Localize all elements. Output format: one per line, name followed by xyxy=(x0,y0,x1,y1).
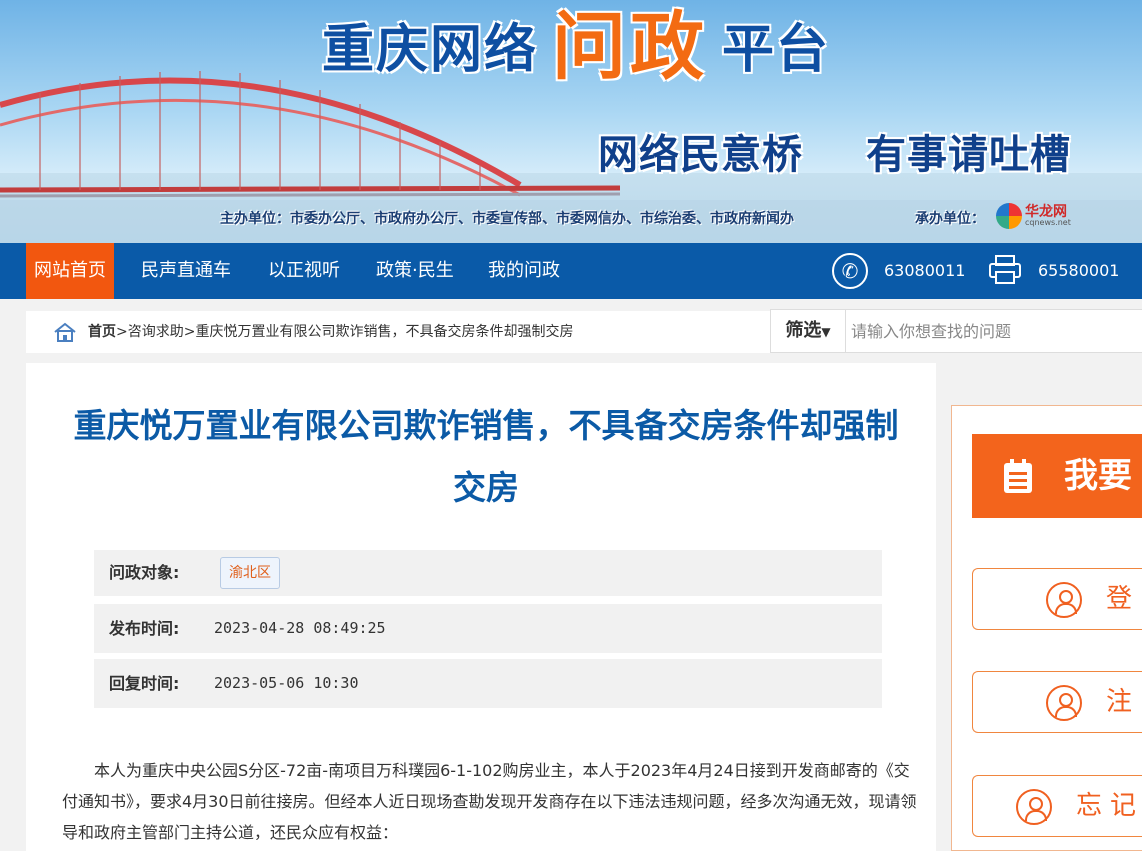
title-part3: 平台 xyxy=(722,20,831,80)
user-icon xyxy=(1016,789,1052,825)
login-button[interactable]: 登录 xyxy=(972,568,1142,630)
hualong-logo-icon xyxy=(996,203,1022,229)
user-icon xyxy=(1046,685,1082,721)
ask-label: 我要 xyxy=(1064,456,1132,496)
meta-reply-row: 回复时间: 2023-05-06 10:30 xyxy=(94,659,882,708)
nav-my-inquiry[interactable]: 我的问政 xyxy=(488,243,560,299)
ask-question-button[interactable]: 我要 xyxy=(972,434,1142,518)
filter-label: 筛选 xyxy=(785,320,822,341)
clipboard-icon xyxy=(1004,459,1032,493)
search-box: 筛选▼ xyxy=(770,309,1142,353)
fax-number: 65580001 xyxy=(1038,261,1120,280)
site-banner: 重庆网络 问政 平台 网络民意桥 有事请吐槽 主办单位：市委办公厅、市政府办公厅… xyxy=(0,0,1142,243)
meta-target-row: 问政对象: 渝北区 xyxy=(94,550,882,596)
logo-name: 华龙网 xyxy=(1025,204,1067,220)
reply-label: 回复时间: xyxy=(109,674,180,693)
register-label: 注册 xyxy=(1106,672,1142,732)
phone-icon: ✆ xyxy=(832,253,868,289)
nav-home[interactable]: 网站首页 xyxy=(26,243,114,299)
user-icon xyxy=(1046,582,1082,618)
phone-number: 63080011 xyxy=(884,261,966,280)
platform-title: 重庆网络 问政 平台 xyxy=(322,4,830,90)
side-panel: 我要 登录 注册 忘记密 xyxy=(951,405,1142,851)
sponsor-text: 主办单位：市委办公厅、市政府办公厅、市委宣传部、市委网信办、市综治委、市政府新闻… xyxy=(220,211,794,227)
fax-icon xyxy=(989,255,1021,284)
register-button[interactable]: 注册 xyxy=(972,671,1142,733)
chevron-down-icon: ▼ xyxy=(821,325,831,339)
undertaker-label: 承办单位： xyxy=(915,211,985,227)
main-nav: 网站首页 民声直通车 以正视听 政策·民生 我的问政 ✆ 63080011 65… xyxy=(0,243,1142,299)
filter-dropdown[interactable]: 筛选▼ xyxy=(771,310,846,352)
publish-label: 发布时间: xyxy=(109,619,180,638)
slogan-right: 有事请吐槽 xyxy=(866,132,1071,178)
breadcrumb-rest: >咨询求助>重庆悦万置业有限公司欺诈销售，不具备交房条件却强制交房 xyxy=(116,324,574,340)
login-label: 登录 xyxy=(1106,569,1142,629)
target-tag[interactable]: 渝北区 xyxy=(220,557,280,589)
slogan-left: 网络民意桥 xyxy=(598,132,803,178)
home-icon xyxy=(54,322,76,342)
article-panel: 重庆悦万置业有限公司欺诈销售，不具备交房条件却强制交房 问政对象: 渝北区 发布… xyxy=(26,363,936,851)
search-input[interactable] xyxy=(851,316,1141,346)
forgot-password-button[interactable]: 忘记密 xyxy=(972,775,1142,837)
hualong-logo[interactable]: 华龙网 cqnews.net xyxy=(996,203,1071,229)
publish-time: 2023-04-28 08:49:25 xyxy=(214,619,386,637)
target-label: 问政对象: xyxy=(109,563,180,582)
reply-time: 2023-05-06 10:30 xyxy=(214,674,359,692)
nav-policy-livelihood[interactable]: 政策·民生 xyxy=(376,243,454,299)
nav-voice-express[interactable]: 民声直通车 xyxy=(141,243,231,299)
logo-domain: cqnews.net xyxy=(1025,218,1071,227)
title-part2: 问政 xyxy=(552,4,709,90)
nav-clarify[interactable]: 以正视听 xyxy=(268,243,340,299)
article-title: 重庆悦万置业有限公司欺诈销售，不具备交房条件却强制交房 xyxy=(73,406,899,507)
breadcrumb-home-link[interactable]: 首页 xyxy=(88,324,116,340)
meta-publish-row: 发布时间: 2023-04-28 08:49:25 xyxy=(94,604,882,653)
forgot-label: 忘记密 xyxy=(1076,791,1142,821)
article-body: 本人为重庆中央公园S分区-72亩-南项目万科璞园6-1-102购房业主，本人于2… xyxy=(62,761,917,842)
title-part1: 重庆网络 xyxy=(322,20,539,80)
breadcrumb-path: 首页>咨询求助>重庆悦万置业有限公司欺诈销售，不具备交房条件却强制交房 xyxy=(88,311,573,353)
